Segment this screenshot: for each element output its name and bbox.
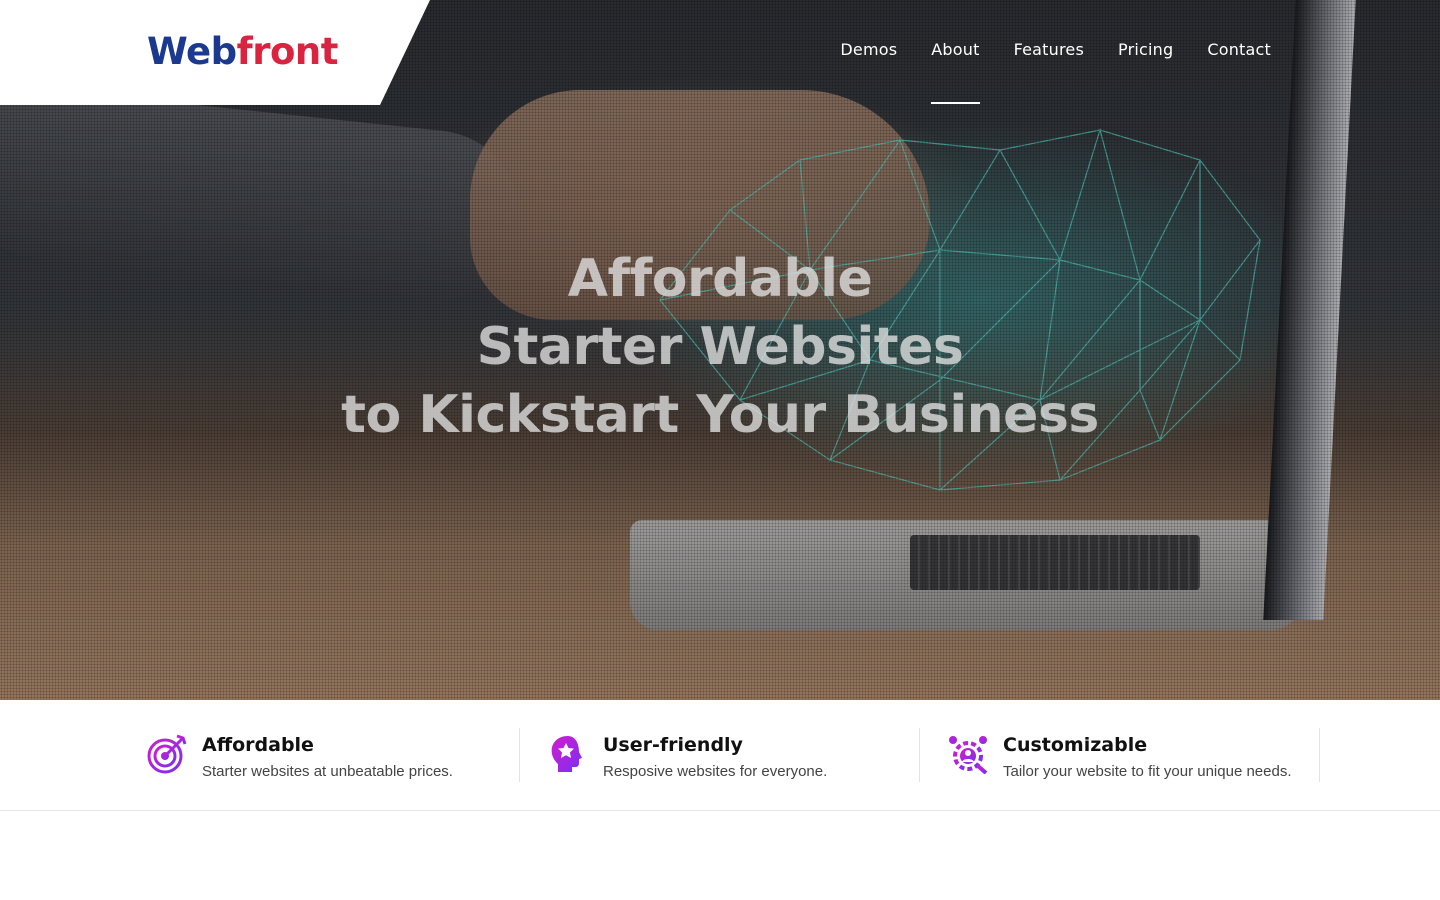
target-icon bbox=[147, 734, 187, 774]
nav-item-about[interactable]: About bbox=[931, 40, 980, 104]
feature-description: Starter websites at unbeatable prices. bbox=[202, 763, 453, 780]
hero-heading-line-1: Affordable bbox=[567, 249, 873, 309]
logo-text-w: W bbox=[147, 30, 187, 73]
hero-heading: Affordable Starter Websites to Kickstart… bbox=[0, 245, 1440, 449]
logo-text-eb: eb bbox=[186, 30, 237, 73]
hero-heading-line-2: Starter Websites bbox=[476, 317, 964, 377]
logo-text-front: front bbox=[236, 30, 339, 73]
main-nav: Demos About Features Pricing Contact bbox=[840, 40, 1271, 104]
feature-customizable: Customizable Tailor your website to fit … bbox=[948, 728, 1320, 782]
feature-user-friendly: User-friendly Resposive websites for eve… bbox=[548, 728, 920, 782]
settings-person-icon bbox=[949, 736, 988, 774]
nav-item-contact[interactable]: Contact bbox=[1207, 40, 1271, 59]
feature-affordable: Affordable Starter websites at unbeatabl… bbox=[147, 728, 520, 782]
feature-description: Tailor your website to fit your unique n… bbox=[1003, 763, 1292, 780]
user-star-icon bbox=[551, 736, 582, 772]
nav-item-demos[interactable]: Demos bbox=[840, 40, 897, 59]
feature-title: User-friendly bbox=[603, 734, 743, 756]
feature-description: Resposive websites for everyone. bbox=[603, 763, 828, 780]
hero-heading-line-3: to Kickstart Your Business bbox=[341, 385, 1099, 445]
site-logo[interactable]: Webfront bbox=[147, 30, 338, 73]
nav-item-pricing[interactable]: Pricing bbox=[1118, 40, 1173, 59]
feature-title: Customizable bbox=[1003, 734, 1148, 756]
features-strip: Affordable Starter websites at unbeatabl… bbox=[0, 700, 1440, 811]
nav-item-features[interactable]: Features bbox=[1014, 40, 1084, 59]
feature-title: Affordable bbox=[202, 734, 314, 756]
